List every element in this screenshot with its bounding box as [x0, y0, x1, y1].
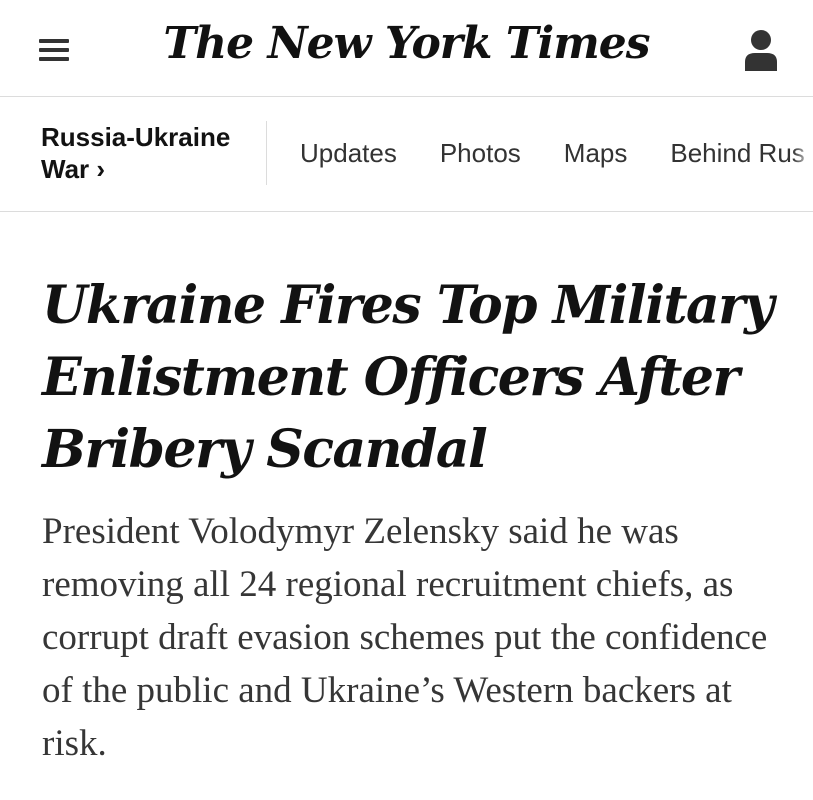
- tab-maps[interactable]: Maps: [564, 138, 628, 168]
- masthead: The New York Times: [0, 0, 813, 97]
- section-title-link[interactable]: Russia-Ukraine War ›: [41, 121, 256, 185]
- article-summary: President Volodymyr Zelensky said he was…: [42, 511, 768, 764]
- tab-behind-russia[interactable]: Behind Rus: [670, 138, 804, 168]
- tab-photos[interactable]: Photos: [440, 138, 521, 168]
- article-headline: Ukraine Fires Top Military Enlistment Of…: [42, 275, 774, 480]
- section-subnav: Updates Photos Maps Behind Rus: [300, 138, 813, 169]
- user-account-icon[interactable]: [742, 29, 780, 71]
- section-bar: Russia-Ukraine War › Updates Photos Maps Be…: [0, 97, 813, 212]
- nyt-logo[interactable]: The New York Times: [0, 18, 813, 69]
- subnav-fade: [793, 97, 813, 211]
- section-divider: [266, 121, 267, 185]
- tab-updates[interactable]: Updates: [300, 138, 397, 168]
